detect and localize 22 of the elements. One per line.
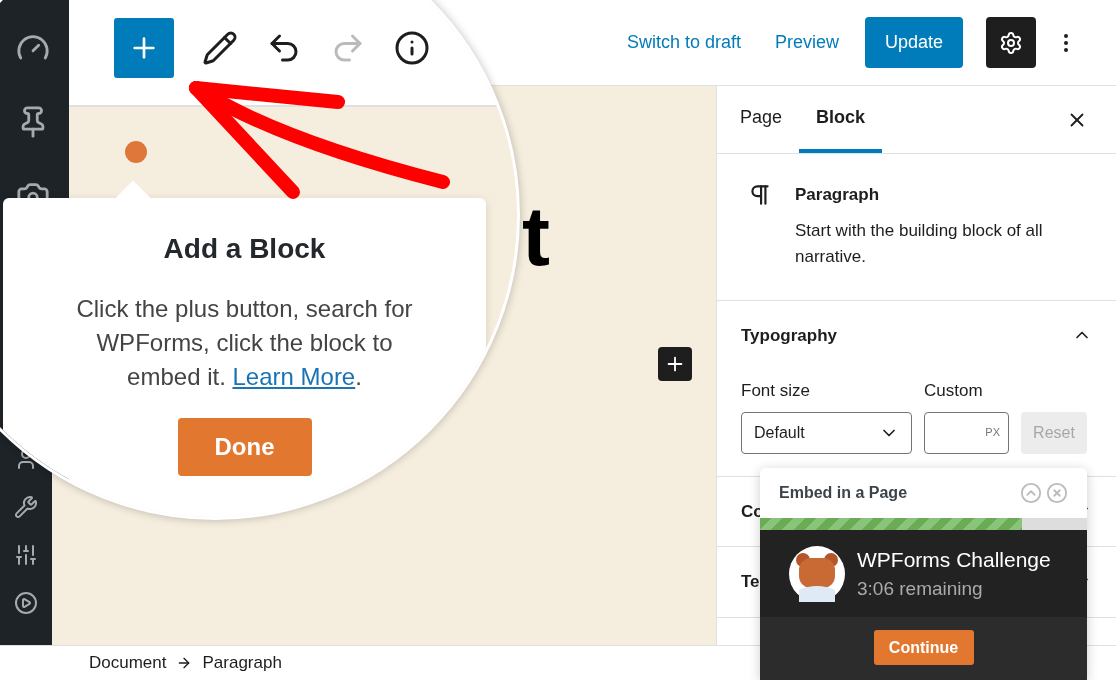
panel-title[interactable]: Typography bbox=[741, 322, 838, 348]
popover-text: Click the plus button, search for WPForms, click the block to embed it. Learn More. bbox=[75, 294, 414, 392]
popover-title: Add a Block bbox=[163, 232, 326, 266]
breadcrumb-link[interactable]: Paragraph bbox=[202, 650, 282, 676]
learn-more-link[interactable]: Learn More bbox=[232, 363, 356, 390]
switch-to-draft-link[interactable]: Switch to draft bbox=[626, 29, 741, 56]
sidebar-tab[interactable]: Page bbox=[723, 86, 800, 153]
heading-text: t bbox=[522, 194, 550, 278]
block-description: Start with the building block of all narrative. bbox=[795, 219, 1044, 268]
time-remaining: 3:06 remaining bbox=[857, 577, 984, 601]
custom-size-field[interactable]: PX bbox=[924, 411, 1009, 454]
preview-link[interactable]: Preview bbox=[774, 29, 839, 56]
font-size-select[interactable]: Default bbox=[741, 411, 912, 454]
widget-title: Embed in a Page bbox=[779, 483, 908, 503]
field-label: Custom bbox=[924, 380, 984, 402]
panel-title[interactable]: Te bbox=[741, 569, 760, 595]
field-label: Font size bbox=[741, 380, 811, 402]
challenge-name: WPForms Challenge bbox=[857, 546, 1051, 573]
update-button[interactable]: Update bbox=[864, 17, 963, 68]
breadcrumb-link[interactable]: Document bbox=[89, 650, 167, 676]
block-name: Paragraph bbox=[795, 184, 881, 206]
sidebar-tab[interactable]: Block bbox=[799, 86, 883, 153]
